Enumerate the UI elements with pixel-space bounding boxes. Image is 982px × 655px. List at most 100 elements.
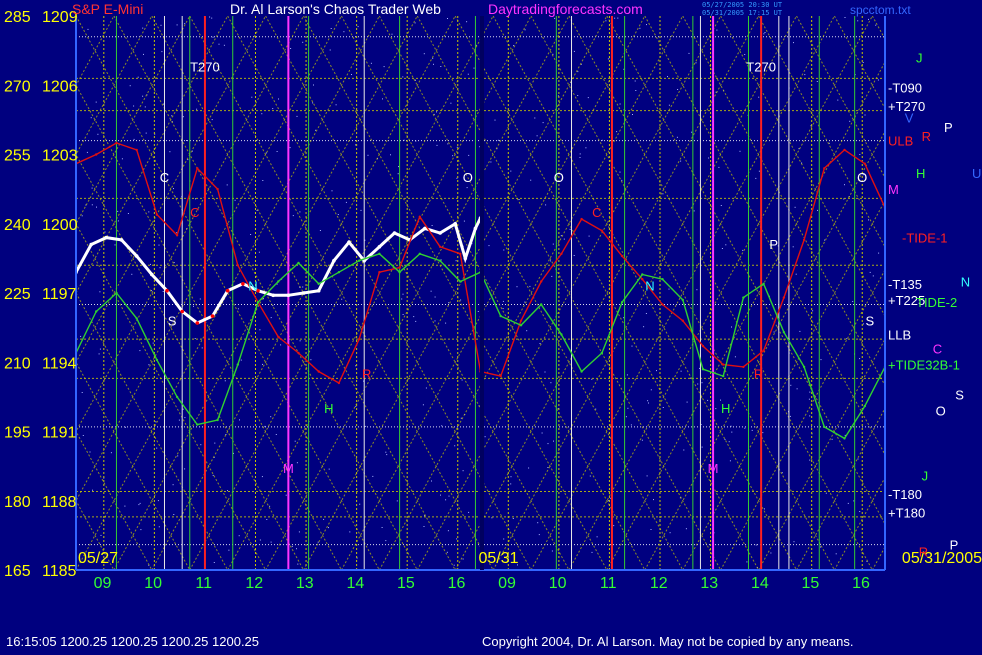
noise-dot	[435, 320, 436, 321]
red-tide-point	[783, 296, 785, 298]
cycle-annotation: T270	[746, 59, 776, 74]
noise-dot	[564, 239, 565, 240]
noise-dot	[402, 76, 403, 77]
noise-dot	[290, 147, 291, 148]
noise-dot	[817, 81, 818, 82]
noise-dot	[510, 171, 511, 172]
red-tide-point	[803, 239, 805, 241]
price-point	[196, 321, 200, 325]
noise-dot	[426, 388, 427, 389]
noise-dot	[503, 250, 504, 251]
noise-dot	[809, 392, 810, 393]
right-margin-label: V	[905, 111, 914, 126]
green-tide-point	[378, 253, 380, 255]
noise-dot	[239, 419, 240, 420]
noise-dot	[647, 400, 648, 401]
noise-dot	[183, 409, 184, 410]
noise-dot	[643, 326, 644, 327]
noise-dot	[863, 62, 864, 63]
noise-dot	[91, 117, 92, 118]
noise-dot	[100, 349, 101, 350]
price-point	[378, 245, 382, 249]
green-tide-point	[864, 405, 866, 407]
noise-dot	[691, 132, 692, 133]
noise-dot	[398, 173, 399, 174]
noise-dot	[179, 420, 180, 421]
noise-dot	[632, 346, 633, 347]
noise-dot	[92, 188, 93, 189]
green-tide-point	[398, 271, 400, 273]
right-margin-label: -T090	[888, 81, 922, 96]
noise-dot	[177, 455, 178, 456]
timestamp-1: 05/27/2005 20:30 UT	[702, 1, 783, 9]
noise-dot	[195, 338, 196, 339]
noise-dot	[88, 29, 89, 30]
cycle-annotation: P	[769, 237, 778, 252]
noise-dot	[696, 62, 697, 63]
noise-dot	[105, 232, 106, 233]
noise-dot	[193, 306, 194, 307]
noise-dot	[250, 234, 251, 235]
noise-dot	[543, 122, 544, 123]
noise-dot	[351, 74, 352, 75]
noise-dot	[832, 439, 833, 440]
green-tide-point	[702, 368, 704, 370]
noise-dot	[663, 407, 664, 408]
noise-dot	[447, 143, 448, 144]
noise-dot	[111, 452, 112, 453]
noise-dot	[639, 28, 640, 29]
noise-dot	[647, 475, 648, 476]
noise-dot	[302, 42, 303, 43]
noise-dot	[793, 246, 794, 247]
noise-dot	[468, 155, 469, 156]
noise-dot	[463, 559, 464, 560]
site-link[interactable]: Daytradingforecasts.com	[488, 1, 643, 17]
x-tick-label: 13	[296, 575, 314, 592]
noise-dot	[837, 100, 838, 101]
price-point	[89, 243, 93, 247]
noise-dot	[793, 42, 794, 43]
noise-dot	[329, 469, 330, 470]
noise-dot	[809, 399, 810, 400]
noise-dot	[708, 158, 709, 159]
red-tide-point	[843, 149, 845, 151]
cycle-annotation: M	[708, 461, 719, 476]
noise-dot	[577, 71, 578, 72]
noise-dot	[436, 111, 437, 112]
noise-dot	[517, 286, 518, 287]
noise-dot	[553, 441, 554, 442]
noise-dot	[382, 98, 383, 99]
noise-dot	[539, 534, 540, 535]
noise-dot	[355, 144, 356, 145]
noise-dot	[195, 198, 196, 199]
noise-dot	[677, 89, 678, 90]
noise-dot	[90, 452, 91, 453]
noise-dot	[143, 54, 144, 55]
noise-dot	[196, 109, 197, 110]
noise-dot	[271, 317, 272, 318]
price-chart: 2851209270120625512032401200225119721011…	[0, 0, 982, 650]
y-tick-label-right: 1203	[42, 148, 78, 165]
noise-dot	[355, 365, 356, 366]
green-tide-point	[540, 303, 542, 305]
noise-dot	[589, 236, 590, 237]
noise-dot	[730, 460, 731, 461]
cycle-annotation: T270	[190, 59, 220, 74]
noise-dot	[683, 450, 684, 451]
noise-dot	[763, 33, 764, 34]
noise-dot	[159, 245, 160, 246]
right-margin-label: ULB	[888, 134, 913, 149]
noise-dot	[214, 443, 215, 444]
noise-dot	[592, 552, 593, 553]
noise-dot	[597, 536, 598, 537]
noise-dot	[752, 430, 753, 431]
noise-dot	[346, 202, 347, 203]
noise-dot	[844, 184, 845, 185]
noise-dot	[148, 211, 149, 212]
noise-dot	[697, 384, 698, 385]
price-point	[474, 227, 478, 231]
red-tide-point	[176, 234, 178, 236]
price-point	[464, 257, 468, 261]
green-tide-point	[257, 301, 259, 303]
right-margin-label: -T135	[888, 277, 922, 292]
